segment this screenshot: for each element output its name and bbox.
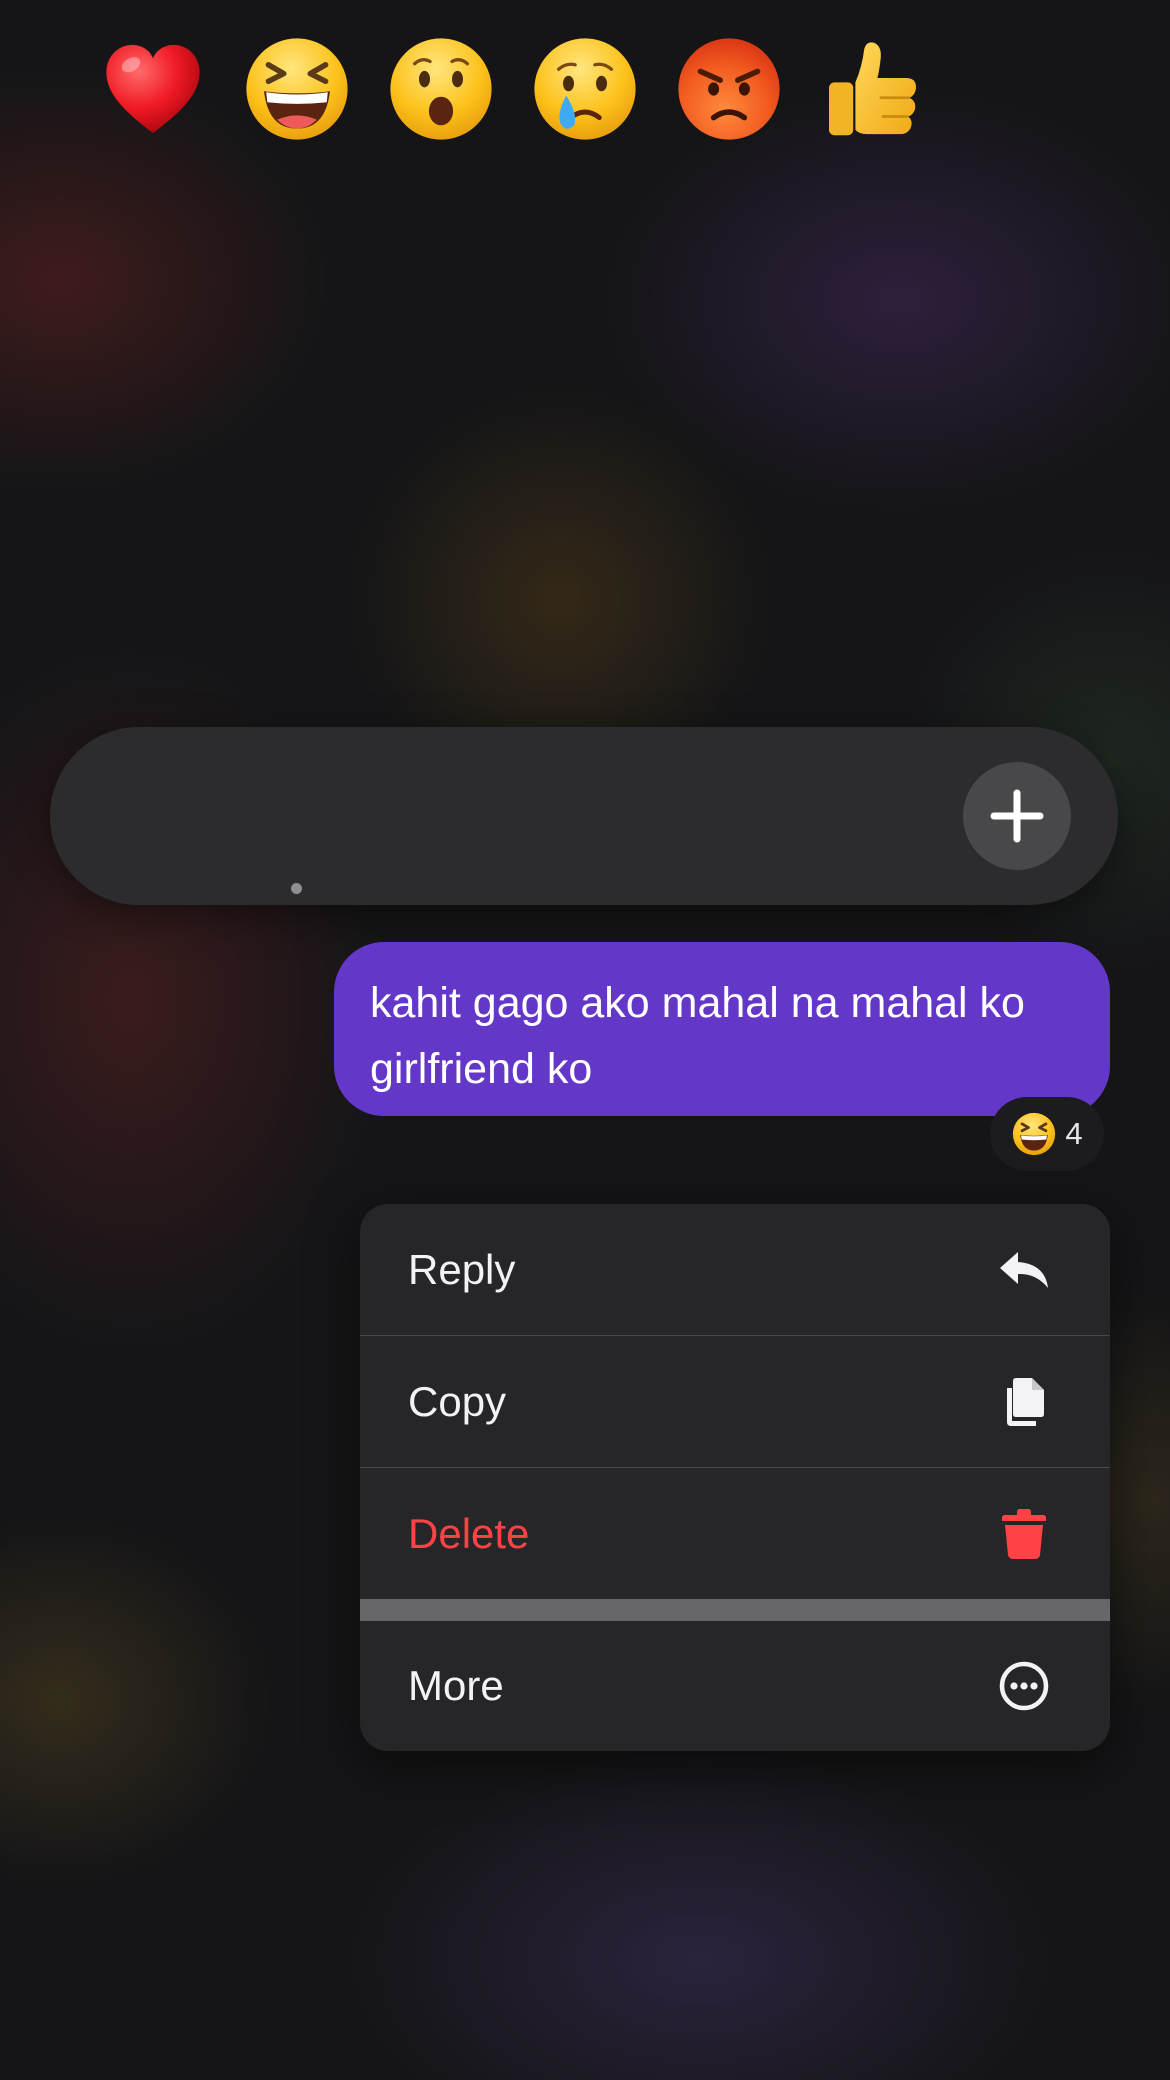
reaction-crying[interactable] (520, 0, 650, 178)
laughing-face-icon (1013, 1112, 1056, 1156)
menu-item-delete[interactable]: Delete (360, 1468, 1110, 1599)
crying-face-icon (534, 38, 636, 140)
context-menu: Reply Copy Delete More (360, 1204, 1110, 1751)
message-text: kahit gago ako mahal na mahal ko girlfri… (370, 979, 1025, 1093)
reaction-laughing[interactable] (232, 0, 362, 178)
more-icon (999, 1661, 1049, 1711)
surprised-face-icon (390, 38, 492, 140)
plus-icon (990, 789, 1044, 843)
menu-section-separator (360, 1599, 1110, 1621)
menu-item-reply[interactable]: Reply (360, 1204, 1110, 1335)
selected-reaction-indicator (291, 883, 302, 894)
reaction-tray (50, 727, 1118, 905)
message-reaction-badge[interactable]: 4 (990, 1097, 1104, 1171)
menu-item-label: Reply (408, 1245, 516, 1293)
reaction-count: 4 (1065, 1116, 1083, 1151)
menu-item-more[interactable]: More (360, 1621, 1110, 1751)
reaction-angry[interactable] (664, 0, 794, 178)
laughing-face-icon (246, 38, 348, 140)
copy-icon (1007, 1377, 1044, 1426)
menu-item-label: More (408, 1662, 504, 1709)
trash-icon (1002, 1508, 1046, 1559)
reaction-heart[interactable] (88, 0, 218, 178)
menu-item-copy[interactable]: Copy (360, 1336, 1110, 1467)
reply-icon (1000, 1251, 1048, 1288)
reaction-surprised[interactable] (376, 0, 506, 178)
angry-face-icon (678, 38, 780, 140)
thumbs-up-icon (829, 42, 916, 136)
add-reaction-button[interactable] (963, 762, 1071, 870)
heart-icon (106, 44, 200, 133)
reaction-thumbs-up[interactable] (808, 0, 938, 178)
menu-item-label: Delete (408, 1509, 530, 1557)
menu-item-label: Copy (408, 1377, 507, 1425)
message-bubble[interactable]: kahit gago ako mahal na mahal ko girlfri… (334, 942, 1110, 1116)
